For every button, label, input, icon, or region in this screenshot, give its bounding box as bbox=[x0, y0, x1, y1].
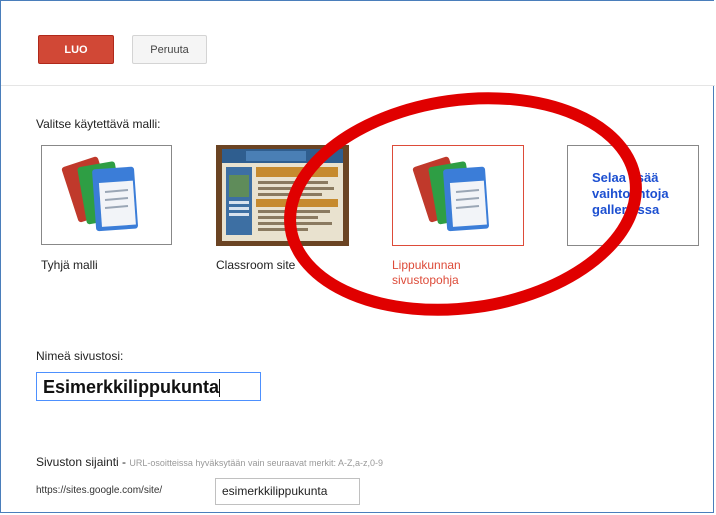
link-line-2: vaihtoehtoja bbox=[592, 186, 669, 201]
browse-gallery-tile[interactable]: Selaa lisää vaihtoehtoja galleriassa bbox=[567, 145, 699, 246]
template-tile-classroom[interactable] bbox=[216, 145, 349, 246]
caption-line-2: sivustopohja bbox=[392, 273, 459, 287]
template-heading: Valitse käytettävä malli: bbox=[36, 117, 161, 131]
template-caption-lippukunta: Lippukunnan sivustopohja bbox=[392, 258, 461, 288]
link-line-1: Selaa lisää bbox=[592, 170, 659, 185]
create-button[interactable]: LUO bbox=[38, 35, 114, 64]
browse-gallery-link[interactable]: Selaa lisää vaihtoehtoja galleriassa bbox=[592, 170, 688, 218]
text-caret bbox=[219, 379, 221, 398]
template-caption-blank: Tyhjä malli bbox=[41, 258, 98, 272]
site-name-value: Esimerkkilippukunta bbox=[43, 377, 220, 397]
template-caption-classroom: Classroom site bbox=[216, 258, 296, 272]
classroom-thumbnail bbox=[216, 145, 349, 246]
toolbar: LUO Peruuta bbox=[1, 1, 715, 86]
link-line-3: galleriassa bbox=[592, 202, 660, 217]
template-tile-lippukunta[interactable] bbox=[392, 145, 524, 246]
template-tile-blank[interactable] bbox=[41, 145, 172, 245]
site-pages-icon bbox=[61, 156, 138, 232]
url-prefix: https://sites.google.com/site/ bbox=[36, 485, 163, 496]
site-name-input[interactable]: Esimerkkilippukunta bbox=[36, 372, 261, 401]
cancel-button[interactable]: Peruuta bbox=[132, 35, 207, 64]
site-url-input[interactable]: esimerkkilippukunta bbox=[215, 478, 360, 505]
site-name-label: Nimeä sivustosi: bbox=[36, 349, 124, 363]
site-location-label: Sivuston sijainti bbox=[36, 455, 119, 469]
label-separator: - bbox=[118, 455, 130, 469]
site-location-row: Sivuston sijainti - URL-osoitteissa hyvä… bbox=[36, 455, 383, 469]
site-pages-icon bbox=[412, 156, 489, 232]
caption-line-1: Lippukunnan bbox=[392, 258, 461, 272]
url-hint: URL-osoitteissa hyväksytään vain seuraav… bbox=[129, 458, 383, 468]
